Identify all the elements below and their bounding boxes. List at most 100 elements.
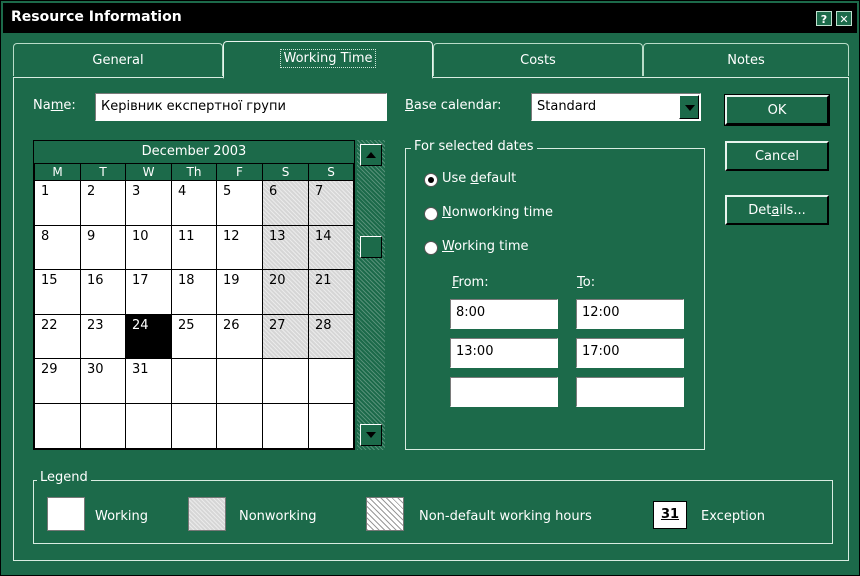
calendar-day[interactable]: 16 (81, 270, 125, 314)
name-label: Name: (33, 98, 76, 113)
calendar-empty-cell (35, 404, 80, 448)
day-header: T (81, 164, 125, 180)
tab-notes[interactable]: Notes (643, 43, 849, 76)
ok-button[interactable]: OK (724, 94, 830, 126)
legend-nondefault-swatch (366, 497, 404, 531)
nonworking-time-label[interactable]: Nonworking time (442, 205, 553, 220)
calendar-day[interactable]: 19 (217, 270, 262, 314)
to-time-field-3[interactable] (576, 377, 684, 407)
calendar-day[interactable]: 30 (81, 359, 125, 403)
from-label: From: (452, 275, 489, 290)
calendar-day[interactable]: 15 (35, 270, 80, 314)
legend-title: Legend (37, 470, 91, 485)
calendar-day[interactable]: 13 (263, 225, 308, 270)
help-icon[interactable]: ? (816, 11, 832, 26)
calendar-day[interactable]: 3 (126, 181, 171, 225)
day-header: S (263, 164, 308, 180)
scroll-down-icon[interactable] (360, 424, 382, 446)
working-time-radio[interactable] (424, 241, 438, 255)
use-default-label[interactable]: Use default (442, 171, 516, 186)
tab-notes-label: Notes (727, 53, 765, 68)
calendar-day[interactable]: 4 (172, 181, 216, 225)
calendar-empty-cell (263, 404, 308, 448)
day-header: M (35, 164, 80, 180)
tab-working-time-label: Working Time (279, 49, 377, 68)
legend-nonworking-label: Nonworking (239, 509, 317, 524)
calendar-scrollbar[interactable] (357, 140, 385, 450)
title-bar: Resource Information ? ✕ (3, 3, 857, 33)
calendar-day[interactable]: 26 (217, 314, 262, 359)
tab-working-time[interactable]: Working Time (223, 41, 433, 79)
from-time-field-2[interactable]: 13:00 (450, 338, 558, 368)
calendar-empty-cell (172, 404, 216, 448)
legend-nonworking-swatch (188, 497, 226, 531)
calendar-day[interactable]: 25 (172, 314, 216, 359)
dialog-title: Resource Information (11, 9, 182, 25)
calendar-empty-cell (217, 359, 262, 403)
from-time-field-3[interactable] (450, 377, 558, 407)
from-time-field-1[interactable]: 8:00 (450, 299, 558, 329)
calendar-day[interactable]: 5 (217, 181, 262, 225)
resource-information-dialog: Resource Information ? ✕ General Costs N… (0, 0, 860, 576)
calendar-day[interactable]: 12 (217, 225, 262, 270)
calendar-day[interactable]: 28 (309, 314, 353, 359)
day-header: F (217, 164, 262, 180)
calendar-day[interactable]: 7 (309, 181, 353, 225)
legend-exception-swatch: 31 (653, 501, 687, 529)
legend-working-label: Working (95, 509, 149, 524)
calendar-empty-cell (217, 404, 262, 448)
calendar-day[interactable]: 22 (35, 314, 80, 359)
details-button[interactable]: Details... (725, 195, 829, 225)
calendar-day[interactable]: 29 (35, 359, 80, 403)
day-header: W (126, 164, 171, 180)
calendar-day[interactable]: 8 (35, 225, 80, 270)
legend-nondefault-label: Non-default working hours (419, 509, 592, 524)
legend-working-swatch (47, 497, 85, 531)
calendar-day[interactable]: 9 (81, 225, 125, 270)
calendar-day[interactable]: 2 (81, 181, 125, 225)
chevron-down-icon[interactable] (679, 95, 699, 119)
base-calendar-label: Base calendar: (405, 98, 502, 113)
calendar-empty-cell (172, 359, 216, 403)
calendar-day[interactable]: 17 (126, 270, 171, 314)
calendar-day[interactable]: 14 (309, 225, 353, 270)
use-default-radio[interactable] (424, 173, 438, 187)
calendar: December 2003 M T W Th F S S 1 2 3 4 5 6 7 8 9 10 11 12 13 1… (33, 140, 355, 450)
legend-exception-label: Exception (701, 509, 765, 524)
tab-costs[interactable]: Costs (433, 43, 643, 76)
calendar-day[interactable]: 11 (172, 225, 216, 270)
to-time-field-1[interactable]: 12:00 (576, 299, 684, 329)
calendar-empty-cell (126, 404, 171, 448)
calendar-day[interactable]: 27 (263, 314, 308, 359)
calendar-empty-cell (309, 359, 353, 403)
calendar-day[interactable]: 10 (126, 225, 171, 270)
calendar-day[interactable]: 24 (126, 314, 171, 359)
base-calendar-value: Standard (537, 99, 597, 114)
scroll-thumb[interactable] (360, 236, 382, 258)
calendar-empty-cell (263, 359, 308, 403)
close-icon[interactable]: ✕ (836, 11, 852, 26)
calendar-empty-cell (81, 404, 125, 448)
to-label: To: (577, 275, 596, 290)
calendar-empty-cell (309, 404, 353, 448)
tab-general-label: General (92, 53, 144, 68)
calendar-day[interactable]: 21 (309, 270, 353, 314)
cancel-button[interactable]: Cancel (725, 141, 829, 171)
name-field[interactable]: Керівник експертної групи (95, 93, 387, 121)
tab-general[interactable]: General (13, 43, 223, 76)
calendar-day[interactable]: 18 (172, 270, 216, 314)
calendar-day[interactable]: 1 (35, 181, 80, 225)
calendar-day[interactable]: 23 (81, 314, 125, 359)
calendar-month-title: December 2003 (34, 141, 354, 163)
day-header: Th (172, 164, 216, 180)
nonworking-time-radio[interactable] (424, 207, 438, 221)
calendar-day[interactable]: 31 (126, 359, 171, 403)
working-time-label[interactable]: Working time (442, 239, 529, 254)
to-time-field-2[interactable]: 17:00 (576, 338, 684, 368)
tab-costs-label: Costs (520, 53, 556, 68)
scroll-up-icon[interactable] (360, 144, 382, 166)
calendar-day[interactable]: 20 (263, 270, 308, 314)
base-calendar-select[interactable]: Standard (531, 93, 701, 121)
calendar-day[interactable]: 6 (263, 181, 308, 225)
day-header: S (309, 164, 353, 180)
